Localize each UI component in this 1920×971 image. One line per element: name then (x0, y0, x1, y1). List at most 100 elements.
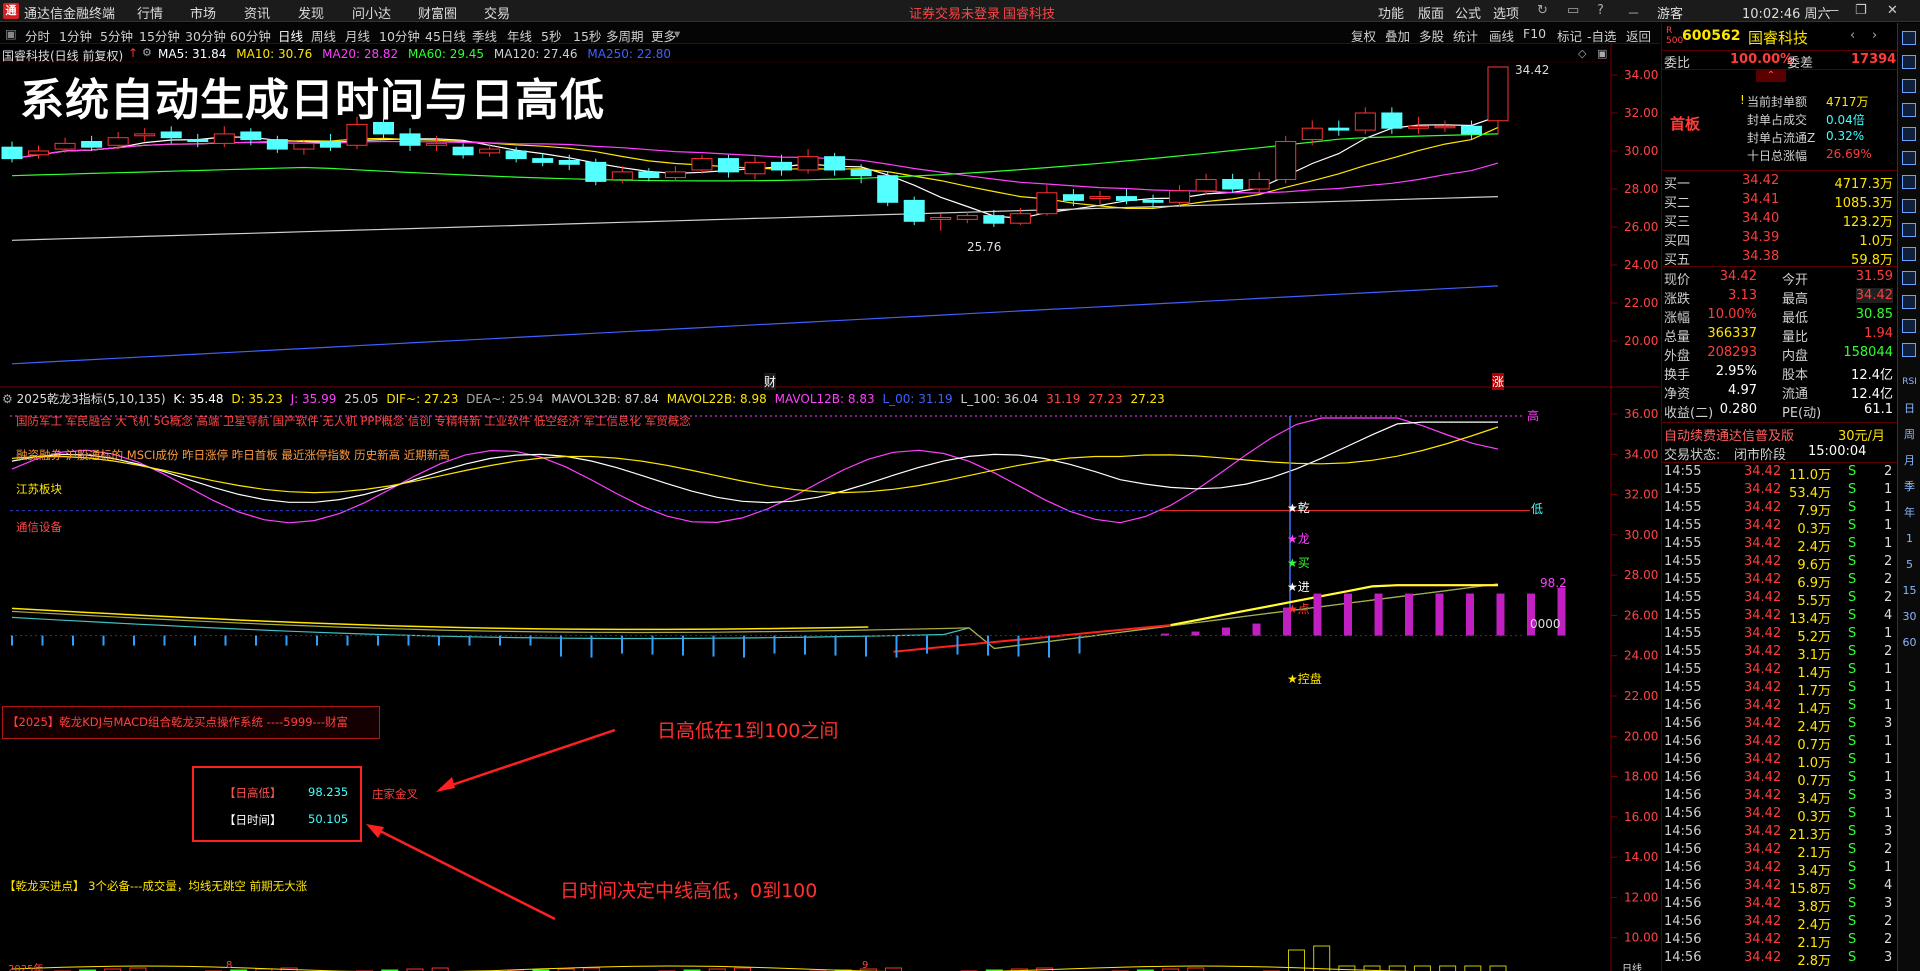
menu-gongneng[interactable]: 功能 (1378, 3, 1404, 22)
tick-time: 14:56 (1664, 716, 1702, 731)
bid-row[interactable]: 买二 34.41 1085.3万 (1662, 191, 1897, 211)
bid-row[interactable]: 买三 34.40 123.2万 (1662, 210, 1897, 230)
period-shortcut[interactable]: RSI (1902, 375, 1917, 390)
period-more[interactable]: 更多 (651, 26, 676, 45)
period-10min[interactable]: 10分钟 (379, 26, 420, 45)
btn-tongji[interactable]: 统计 (1453, 26, 1478, 45)
window-minimize-icon[interactable]: — (1826, 3, 1839, 18)
period-shortcut[interactable]: 日 (1902, 401, 1917, 416)
period-shortcut[interactable]: 年 (1902, 505, 1917, 520)
tool-icon[interactable] (1902, 103, 1916, 117)
menu-wenxiaoda[interactable]: 问小达 (352, 3, 391, 22)
btn-fuquan[interactable]: 复权 (1351, 26, 1376, 45)
marker-cai[interactable]: 财 (764, 373, 777, 390)
bid-row[interactable]: 买五 34.38 59.8万 (1662, 248, 1897, 268)
tick-count: 1 (1884, 482, 1893, 497)
tool-icon[interactable] (1902, 247, 1916, 261)
info-value: 158044 (1843, 345, 1893, 360)
period-year[interactable]: 年线 (507, 26, 532, 45)
btn-f10[interactable]: F10 (1523, 26, 1546, 41)
btn-fanhui[interactable]: 返回 (1626, 26, 1651, 45)
bid-row[interactable]: 买一 34.42 4717.3万 (1662, 172, 1897, 192)
tick-list[interactable]: 14:55 34.42 11.0万 S 2 14:55 34.42 53.4万 S 1 14:55 3… (1662, 464, 1897, 971)
period-quarter[interactable]: 季线 (472, 26, 497, 45)
promo-price[interactable]: 30元/月 (1838, 425, 1885, 444)
user-label[interactable]: 游客 (1657, 3, 1683, 22)
period-weekly[interactable]: 周线 (311, 26, 336, 45)
macd-bar-pos (1313, 593, 1322, 636)
period-fenshi[interactable]: 分时 (25, 26, 50, 45)
tool-icon[interactable] (1902, 31, 1916, 45)
period-shortcut[interactable]: 周 (1902, 427, 1917, 442)
period-15sec[interactable]: 15秒 (573, 26, 601, 45)
help-icon[interactable]: ? (1597, 3, 1604, 18)
tool-icon[interactable] (1902, 271, 1916, 285)
btn-huaxian[interactable]: 画线 (1489, 26, 1514, 45)
btn-biaoji[interactable]: 标记 (1557, 26, 1582, 45)
menu-hangqing[interactable]: 行情 (137, 3, 163, 22)
period-1min[interactable]: 1分钟 (59, 26, 92, 45)
period-shortcut[interactable]: 季 (1902, 479, 1917, 494)
tick-time: 14:56 (1664, 896, 1702, 911)
tool-icon[interactable] (1902, 127, 1916, 141)
period-multi[interactable]: 多周期 (606, 26, 644, 45)
login-status[interactable]: 证券交易未登录 (909, 3, 1000, 22)
period-45day[interactable]: 45日线 (425, 26, 466, 45)
tool-icon[interactable] (1902, 55, 1916, 69)
btn-diejia[interactable]: 叠加 (1385, 26, 1410, 45)
tool-icon[interactable] (1902, 175, 1916, 189)
prev-stock-icon[interactable]: ‹ (1850, 28, 1855, 43)
period-shortcut[interactable]: 30 (1902, 609, 1917, 624)
indicator-settings-icon[interactable]: ⚙ (2, 392, 13, 406)
period-daily[interactable]: 日线 (278, 26, 303, 45)
menu-xuanxiang[interactable]: 选项 (1493, 3, 1519, 22)
promo-text[interactable]: 自动续费通达信普及版 (1664, 425, 1794, 444)
chevron-down-icon[interactable]: ▾ (674, 26, 680, 41)
window-close-icon[interactable]: ✕ (1887, 3, 1898, 18)
layout-icon[interactable]: ▭ (1567, 3, 1579, 18)
period-30min[interactable]: 30分钟 (185, 26, 226, 45)
menu-jiaoyi[interactable]: 交易 (484, 3, 510, 22)
info-label: 现价 (1664, 273, 1691, 288)
tool-icon[interactable] (1902, 223, 1916, 237)
tool-icon[interactable] (1902, 199, 1916, 213)
panel-toggle-icon[interactable]: ▣ (5, 26, 17, 41)
settings-icon[interactable]: ⚙ (142, 46, 152, 59)
tool-icon[interactable] (1902, 295, 1916, 309)
bid-row[interactable]: 买四 34.39 1.0万 (1662, 229, 1897, 249)
tick-count: 1 (1884, 770, 1893, 785)
diamond-icon[interactable]: ◇ (1578, 47, 1586, 60)
menu-banmian[interactable]: 版面 (1418, 3, 1444, 22)
window-restore-icon[interactable]: ❐ (1855, 3, 1867, 18)
collapse-row[interactable]: ⌃ (1662, 70, 1897, 86)
expand-icon[interactable]: ▣ (1597, 47, 1607, 60)
refresh-icon[interactable]: ↻ (1537, 3, 1548, 18)
period-monthly[interactable]: 月线 (345, 26, 370, 45)
minimize-panel-icon[interactable]: － (1627, 3, 1640, 22)
period-60min[interactable]: 60分钟 (230, 26, 271, 45)
menu-gongshi[interactable]: 公式 (1455, 3, 1481, 22)
marker-zhang[interactable]: 涨 (1492, 373, 1505, 390)
btn-duogu[interactable]: 多股 (1419, 26, 1444, 45)
tool-icon[interactable] (1902, 79, 1916, 93)
period-shortcut[interactable]: 5 (1902, 557, 1917, 572)
tool-icon[interactable] (1902, 151, 1916, 165)
period-5sec[interactable]: 5秒 (541, 26, 561, 45)
btn-zixuan[interactable]: -自选 (1587, 26, 1617, 45)
tick-time: 14:56 (1664, 770, 1702, 785)
menu-caifuquan[interactable]: 财富圈 (418, 3, 457, 22)
menu-shichang[interactable]: 市场 (190, 3, 216, 22)
tool-icon[interactable] (1902, 343, 1916, 357)
promo-row[interactable]: 自动续费通达信普及版 30元/月 (1662, 424, 1897, 444)
tool-icon[interactable] (1902, 319, 1916, 333)
collapse-icon[interactable]: ⌃ (1756, 70, 1786, 82)
period-shortcut[interactable]: 60 (1902, 635, 1917, 650)
period-5min[interactable]: 5分钟 (100, 26, 133, 45)
next-stock-icon[interactable]: › (1872, 28, 1877, 43)
menu-zixun[interactable]: 资讯 (244, 3, 270, 22)
period-shortcut[interactable]: 1 (1902, 531, 1917, 546)
period-shortcut[interactable]: 月 (1902, 453, 1917, 468)
menu-faxian[interactable]: 发现 (298, 3, 324, 22)
period-15min[interactable]: 15分钟 (139, 26, 180, 45)
period-shortcut[interactable]: 15 (1902, 583, 1917, 598)
